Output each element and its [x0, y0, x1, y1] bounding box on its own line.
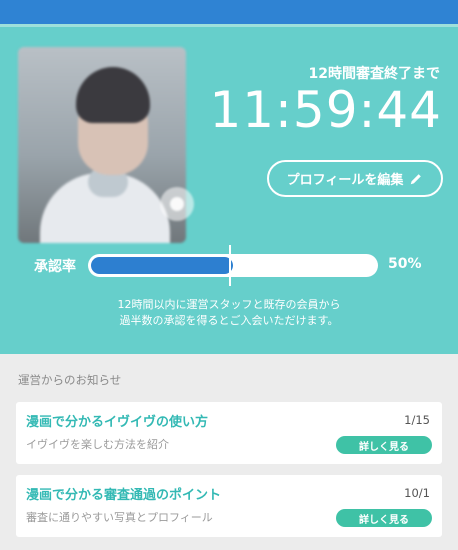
camera-icon[interactable]	[160, 187, 194, 221]
approval-note-line1: 12時間以内に運営スタッフと既存の会員から	[117, 298, 341, 311]
details-button[interactable]: 詳しく見る	[336, 509, 432, 527]
news-card-date: 10/1	[404, 486, 430, 500]
approval-progress-fill	[91, 257, 233, 274]
profile-photo[interactable]	[18, 47, 186, 243]
news-card[interactable]: 漫画で分かる審査通過のポイント 審査に通りやすい写真とプロフィール 10/1 詳…	[16, 475, 442, 537]
news-card-subtitle: 審査に通りやすい写真とプロフィール	[26, 511, 213, 524]
news-section-title: 運営からのお知らせ	[18, 373, 122, 387]
halfway-marker	[229, 245, 231, 286]
pencil-icon	[411, 173, 422, 184]
approval-rate-value: 50%	[388, 256, 422, 272]
news-card-title[interactable]: 漫画で分かる審査通過のポイント	[26, 484, 221, 503]
approval-rate-label: 承認率	[34, 259, 76, 275]
news-card-date: 1/15	[404, 413, 430, 427]
review-hero: 12時間審査終了まで 11:59:44 プロフィールを編集 承認率 50% 12…	[0, 27, 458, 354]
edit-profile-label: プロフィールを編集	[286, 173, 404, 188]
camera-lens	[170, 197, 184, 211]
news-card-title[interactable]: 漫画で分かるイヴイヴの使い方	[26, 411, 208, 430]
details-button[interactable]: 詳しく見る	[336, 436, 432, 454]
approval-note: 12時間以内に運営スタッフと既存の会員から 過半数の承認を得るとご入会いただけま…	[0, 297, 458, 329]
countdown-timer: 11:59:44	[209, 81, 442, 139]
approval-progress-bar	[88, 254, 378, 277]
news-card[interactable]: 漫画で分かるイヴイヴの使い方 イヴイヴを楽しむ方法を紹介 1/15 詳しく見る	[16, 402, 442, 464]
approval-note-line2: 過半数の承認を得るとご入会いただけます。	[119, 314, 339, 327]
top-app-bar	[0, 0, 458, 24]
countdown-label: 12時間審査終了まで	[308, 66, 440, 82]
news-card-subtitle: イヴイヴを楽しむ方法を紹介	[26, 438, 169, 451]
edit-profile-button[interactable]: プロフィールを編集	[267, 160, 443, 197]
